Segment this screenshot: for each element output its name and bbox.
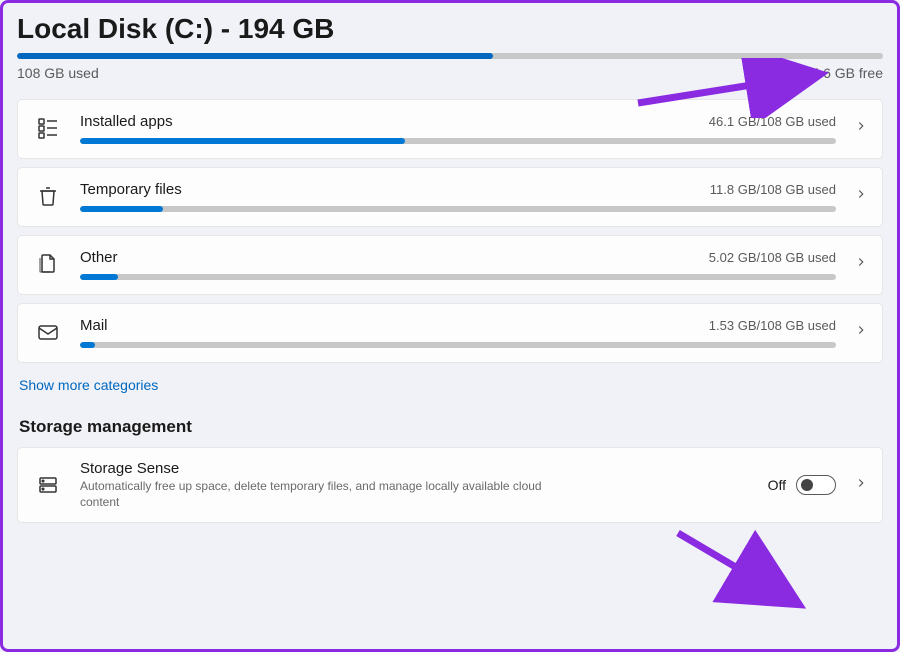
category-title: Temporary files <box>80 181 182 198</box>
section-heading: Storage management <box>17 403 883 447</box>
category-meta: 46.1 GB/108 GB used <box>709 114 836 129</box>
disk-used-label: 108 GB used <box>17 65 99 81</box>
category-installed-apps[interactable]: Installed apps 46.1 GB/108 GB used <box>17 99 883 159</box>
mail-icon <box>32 316 64 348</box>
show-more-link[interactable]: Show more categories <box>17 363 160 403</box>
category-title: Installed apps <box>80 113 173 130</box>
page-title: Local Disk (C:) - 194 GB <box>17 13 883 53</box>
category-bar <box>80 274 836 280</box>
storage-sense-icon <box>32 469 64 501</box>
chevron-right-icon <box>854 255 868 274</box>
chevron-right-icon <box>854 476 868 495</box>
category-temporary-files[interactable]: Temporary files 11.8 GB/108 GB used <box>17 167 883 227</box>
apps-icon <box>32 112 64 144</box>
annotation-arrow-icon <box>668 523 818 623</box>
storage-sense-toggle[interactable] <box>796 475 836 495</box>
category-meta: 1.53 GB/108 GB used <box>709 318 836 333</box>
disk-usage-bar <box>17 53 883 59</box>
disk-usage-fill <box>17 53 493 59</box>
category-mail[interactable]: Mail 1.53 GB/108 GB used <box>17 303 883 363</box>
trash-icon <box>32 180 64 212</box>
chevron-right-icon <box>854 187 868 206</box>
category-title: Other <box>80 249 118 266</box>
category-bar <box>80 342 836 348</box>
category-bar <box>80 138 836 144</box>
category-fill <box>80 206 163 212</box>
disk-free-label: 85.6 GB free <box>804 65 883 81</box>
category-other[interactable]: Other 5.02 GB/108 GB used <box>17 235 883 295</box>
toggle-knob <box>801 479 813 491</box>
storage-sense-title: Storage Sense <box>80 460 768 477</box>
category-fill <box>80 138 405 144</box>
chevron-right-icon <box>854 119 868 138</box>
category-list: Installed apps 46.1 GB/108 GB used Tempo… <box>17 99 883 363</box>
category-bar <box>80 206 836 212</box>
category-meta: 11.8 GB/108 GB used <box>710 182 836 197</box>
category-title: Mail <box>80 317 108 334</box>
documents-icon <box>32 248 64 280</box>
storage-sense-row[interactable]: Storage Sense Automatically free up spac… <box>17 447 883 523</box>
storage-sense-state-label: Off <box>768 477 786 493</box>
category-fill <box>80 342 95 348</box>
category-fill <box>80 274 118 280</box>
chevron-right-icon <box>854 323 868 342</box>
category-meta: 5.02 GB/108 GB used <box>709 250 836 265</box>
storage-sense-desc: Automatically free up space, delete temp… <box>80 479 560 510</box>
